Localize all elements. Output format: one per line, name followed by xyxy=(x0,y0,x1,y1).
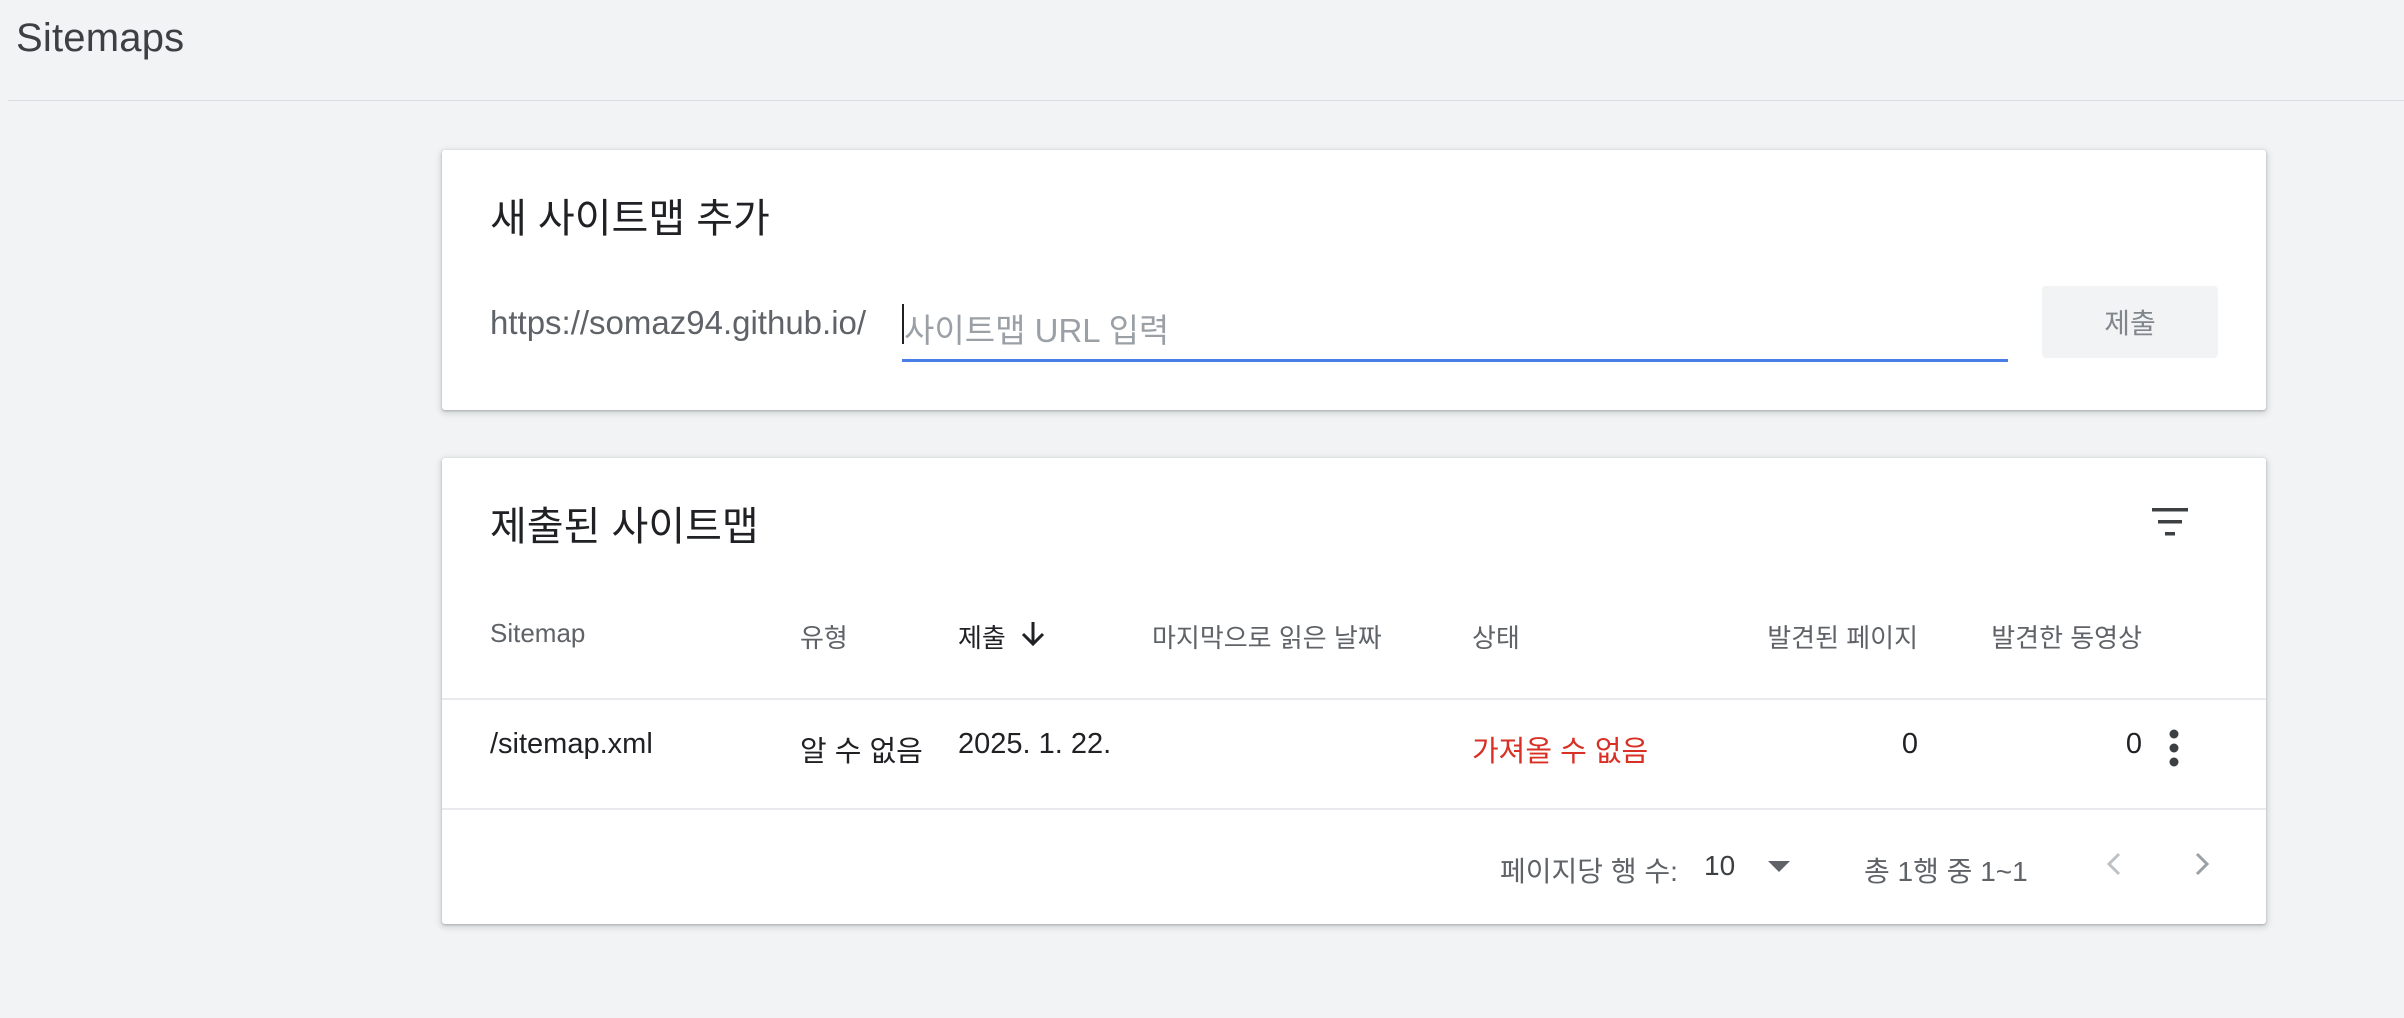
dropdown-arrow-icon xyxy=(1766,858,1792,877)
page-header: Sitemaps xyxy=(0,0,2404,100)
cell-videos-found: 0 xyxy=(2125,728,2142,760)
cell-type: 알 수 없음 xyxy=(800,736,923,768)
filter-icon xyxy=(2152,508,2188,536)
rows-per-page-select[interactable]: 10 xyxy=(1704,844,1804,888)
cell-pages-found: 0 xyxy=(1901,728,1918,760)
sitemap-url-prefix: https://somaz94.github.io/ xyxy=(490,304,867,341)
cell-status: 가져올 수 없음 xyxy=(1472,736,1649,768)
next-page-button[interactable] xyxy=(2176,838,2228,890)
more-vert-icon xyxy=(2169,729,2179,767)
submit-button[interactable]: 제출 xyxy=(2042,286,2218,358)
column-header-videos-found[interactable]: 발견한 동영상 xyxy=(1962,618,2142,655)
page-title: Sitemaps xyxy=(16,16,185,60)
header-divider xyxy=(8,100,2404,101)
column-header-last-read[interactable]: 마지막으로 읽은 날짜 xyxy=(1152,618,1382,655)
rows-per-page-label: 페이지당 행 수: xyxy=(1500,856,1678,887)
chevron-left-icon xyxy=(2106,852,2121,876)
sort-arrow-down-icon[interactable] xyxy=(1018,616,1048,657)
column-header-submitted[interactable]: 제출 xyxy=(958,618,1006,655)
submitted-sitemaps-card: 제출된 사이트맵 Sitemap 유형 제출 마지막으로 읽은 날짜 상태 발견… xyxy=(442,458,2266,924)
add-sitemap-title: 새 사이트맵 추가 xyxy=(490,197,770,241)
cell-submitted: 2025. 1. 22. xyxy=(958,728,1112,760)
pagination: 페이지당 행 수: 10 총 1행 중 1~1 xyxy=(442,808,2266,924)
filter-button[interactable] xyxy=(2142,494,2198,550)
table-header: Sitemap 유형 제출 마지막으로 읽은 날짜 상태 발견된 페이지 발견한… xyxy=(442,608,2266,658)
cell-sitemap: /sitemap.xml xyxy=(490,728,653,760)
rows-per-page-value: 10 xyxy=(1704,850,1736,881)
previous-page-button[interactable] xyxy=(2088,838,2140,890)
column-header-pages-found[interactable]: 발견된 페이지 xyxy=(1730,618,1918,655)
sitemap-url-field[interactable] xyxy=(902,290,2008,362)
page-range-text: 총 1행 중 1~1 xyxy=(1864,856,2028,887)
column-header-type[interactable]: 유형 xyxy=(800,618,848,655)
table-row[interactable]: /sitemap.xml 알 수 없음 2025. 1. 22. 가져올 수 없… xyxy=(442,698,2266,808)
chevron-right-icon xyxy=(2195,852,2210,876)
row-more-button[interactable] xyxy=(2154,720,2194,776)
column-header-sitemap[interactable]: Sitemap xyxy=(490,618,585,649)
sitemap-url-input[interactable] xyxy=(902,290,2008,359)
add-sitemap-card: 새 사이트맵 추가 https://somaz94.github.io/ 제출 xyxy=(442,150,2266,410)
submitted-sitemaps-title: 제출된 사이트맵 xyxy=(490,505,759,549)
text-caret xyxy=(902,304,904,344)
column-header-status[interactable]: 상태 xyxy=(1472,618,1520,655)
